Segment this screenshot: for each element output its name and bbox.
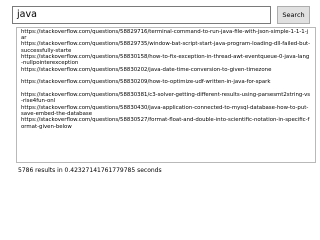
results-list: https://stackoverflow.com/questions/5882…: [17, 29, 315, 131]
result-link[interactable]: https://stackoverflow.com/questions/5883…: [21, 105, 311, 118]
search-button[interactable]: Search: [277, 6, 310, 24]
results-panel[interactable]: https://stackoverflow.com/questions/5882…: [16, 27, 316, 163]
result-link[interactable]: https://stackoverflow.com/questions/5883…: [21, 79, 311, 92]
result-link[interactable]: https://stackoverflow.com/questions/5883…: [21, 92, 311, 105]
result-link[interactable]: https://stackoverflow.com/questions/5882…: [21, 29, 311, 42]
results-status: 5786 results in 0.42327141761779785 seco…: [18, 167, 162, 174]
result-link[interactable]: https://stackoverflow.com/questions/5883…: [21, 54, 311, 67]
result-link[interactable]: https://stackoverflow.com/questions/5882…: [21, 41, 311, 54]
result-link[interactable]: https://stackoverflow.com/questions/5883…: [21, 67, 311, 80]
result-link[interactable]: https://stackoverflow.com/questions/5883…: [21, 117, 311, 130]
search-input[interactable]: java: [12, 6, 271, 24]
